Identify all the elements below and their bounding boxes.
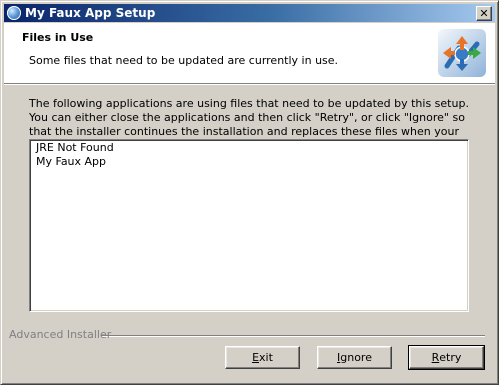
ignore-button[interactable]: Ignore xyxy=(317,346,392,369)
window-title: My Faux App Setup xyxy=(25,6,156,20)
files-in-use-list[interactable]: JRE Not Found My Faux App xyxy=(29,139,469,312)
list-item[interactable]: My Faux App xyxy=(36,155,106,168)
retry-mnemonic: R xyxy=(431,351,440,364)
retry-button[interactable]: Retry xyxy=(408,345,485,370)
app-icon xyxy=(7,6,21,20)
ignore-label: gnore xyxy=(340,351,372,364)
installer-logo-icon xyxy=(438,29,486,77)
close-button[interactable]: ✕ xyxy=(476,6,492,21)
setup-window: My Faux App Setup ✕ Files in Use Some fi… xyxy=(0,0,499,385)
exit-button[interactable]: Exit xyxy=(225,346,300,369)
page-title: Files in Use xyxy=(22,31,94,44)
brand-label: Advanced Installer xyxy=(9,328,112,341)
list-item[interactable]: JRE Not Found xyxy=(36,141,114,154)
header-separator xyxy=(4,84,495,85)
retry-label: etry xyxy=(439,351,462,364)
footer-divider xyxy=(101,335,485,337)
header-panel: Files in Use Some files that need to be … xyxy=(4,23,495,84)
title-bar[interactable]: My Faux App Setup ✕ xyxy=(4,4,495,22)
page-subtitle: Some files that need to be updated are c… xyxy=(29,54,339,67)
exit-mnemonic: E xyxy=(252,351,260,364)
close-icon: ✕ xyxy=(479,7,489,20)
exit-label: xit xyxy=(259,351,273,364)
